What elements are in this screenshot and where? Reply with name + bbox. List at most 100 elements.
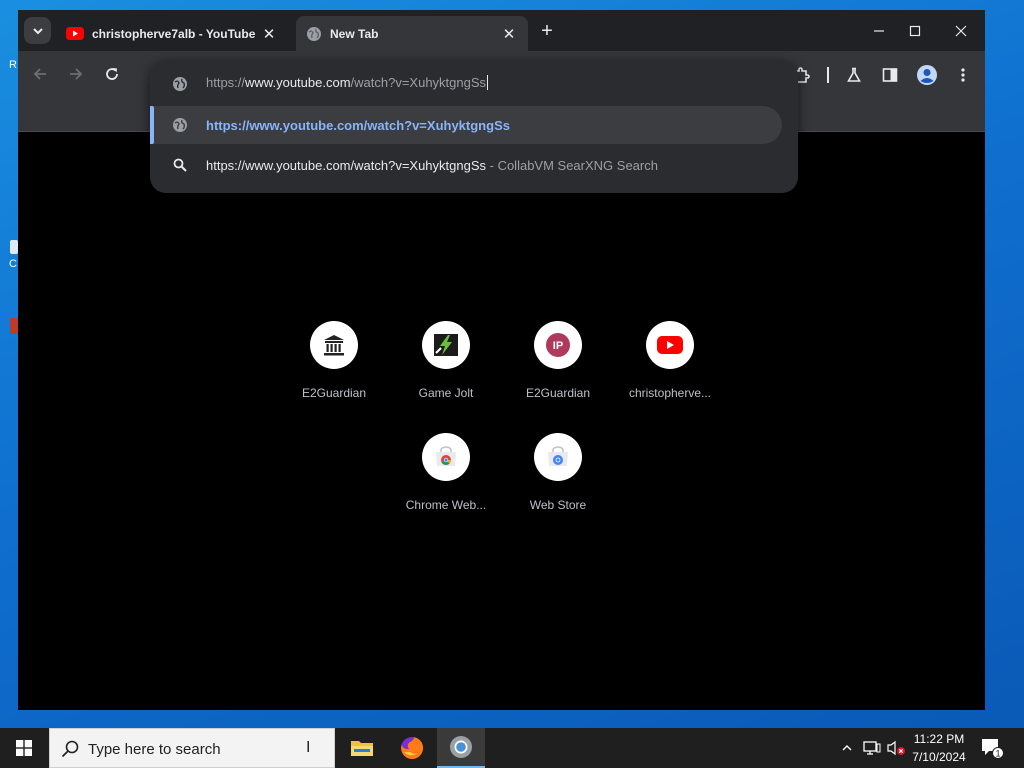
url-path: /watch?v=XuhyktgngSs xyxy=(350,75,487,90)
flask-icon xyxy=(847,67,861,82)
taskbar: Type here to search I 11:22 PM 7/10/2024… xyxy=(0,728,1024,768)
reload-icon xyxy=(106,68,118,80)
suggestion-url: https://www.youtube.com/watch?v=Xuhyktgn… xyxy=(206,158,487,173)
tab-title: New Tab xyxy=(330,26,379,41)
close-icon xyxy=(955,25,967,37)
globe-icon xyxy=(173,77,187,91)
shortcut-icon-wrap xyxy=(646,321,694,369)
shortcut-label: E2Guardian xyxy=(301,386,367,400)
shortcut-tile[interactable]: Game Jolt xyxy=(390,321,502,421)
network-button[interactable] xyxy=(861,738,883,758)
shortcut-icon-wrap xyxy=(534,433,582,481)
reload-button[interactable] xyxy=(101,63,123,85)
minimize-button[interactable] xyxy=(861,18,897,44)
arrow-right-icon xyxy=(70,68,83,80)
system-clock[interactable]: 11:22 PM 7/10/2024 xyxy=(900,730,978,766)
file-explorer-icon xyxy=(351,741,373,756)
clock-date: 7/10/2024 xyxy=(912,750,966,764)
tab-youtube[interactable]: christopherve7alb - YouTube ✕ xyxy=(56,16,288,51)
chrome-web-store-icon xyxy=(436,446,456,466)
shortcut-tile[interactable]: E2Guardian xyxy=(278,321,390,421)
globe-icon xyxy=(173,118,187,132)
svg-text:IP: IP xyxy=(553,340,563,352)
toolbar-divider xyxy=(827,67,829,83)
shortcut-label: christopherve... xyxy=(628,386,712,400)
omnibox-dropdown: https://www.youtube.com/watch?v=Xuhyktgn… xyxy=(150,60,798,193)
notification-icon: 1 xyxy=(982,739,1004,759)
text-cursor xyxy=(487,75,489,90)
url-scheme: https:// xyxy=(206,75,246,90)
minimize-icon xyxy=(874,30,884,32)
suggestion-selection-bar xyxy=(150,106,154,144)
chrome-web-store-icon xyxy=(548,446,568,466)
suggestion-icon xyxy=(172,157,188,173)
globe-icon xyxy=(307,26,321,41)
shortcut-tile[interactable]: Web Store xyxy=(502,433,614,533)
omnibox-suggestion[interactable]: https://www.youtube.com/watch?v=Xuhyktgn… xyxy=(150,106,798,144)
firefox-icon xyxy=(401,736,424,759)
side-panel-button[interactable] xyxy=(878,63,902,87)
taskbar-firefox[interactable] xyxy=(388,728,436,768)
address-bar-input[interactable]: https://www.youtube.com/watch?v=Xuhyktgn… xyxy=(206,75,489,90)
notification-count: 1 xyxy=(995,749,1000,759)
chrome-icon xyxy=(450,736,472,758)
tab-new-tab[interactable]: New Tab ✕ xyxy=(296,16,528,51)
mouse-ibeam-cursor: I xyxy=(306,739,311,756)
omnibox-suggestion[interactable]: https://www.youtube.com/watch?v=Xuhyktgn… xyxy=(150,146,798,184)
search-icon xyxy=(61,740,79,758)
action-center-button[interactable]: 1 xyxy=(980,736,1004,760)
search-icon xyxy=(173,158,187,172)
shortcut-label: Game Jolt xyxy=(418,386,474,400)
new-tab-button[interactable]: + xyxy=(536,21,558,43)
taskbar-file-explorer[interactable] xyxy=(338,728,386,768)
shortcut-tile[interactable]: christopherve... xyxy=(614,321,726,421)
close-tab-button[interactable]: ✕ xyxy=(500,25,518,43)
shortcut-label: Web Store xyxy=(529,498,587,512)
chevron-down-icon xyxy=(32,27,43,34)
taskbar-search[interactable]: Type here to search I xyxy=(49,728,335,768)
labs-button[interactable] xyxy=(842,63,866,87)
clock-time: 11:22 PM xyxy=(913,732,965,746)
back-button[interactable] xyxy=(29,63,51,85)
suggestion-text: https://www.youtube.com/watch?v=Xuhyktgn… xyxy=(206,118,510,133)
tab-search-button[interactable] xyxy=(24,17,51,44)
desktop-icon-label: C xyxy=(9,258,17,270)
menu-button[interactable] xyxy=(951,63,975,87)
forward-button[interactable] xyxy=(65,63,87,85)
profile-button[interactable] xyxy=(915,63,939,87)
youtube-icon xyxy=(66,27,84,40)
ip-icon: IP xyxy=(546,333,570,357)
desktop-icon-label: R xyxy=(9,59,17,71)
shortcut-tile[interactable]: IP E2Guardian xyxy=(502,321,614,421)
desktop-icon[interactable] xyxy=(10,240,18,254)
shortcut-label: Chrome Web... xyxy=(405,498,487,512)
shortcut-icon-wrap xyxy=(310,321,358,369)
suggestion-text: https://www.youtube.com/watch?v=Xuhyktgn… xyxy=(206,158,658,173)
tab-strip: christopherve7alb - YouTube ✕ New Tab ✕ … xyxy=(18,10,985,51)
gamejolt-icon xyxy=(434,334,458,356)
chrome-window: christopherve7alb - YouTube ✕ New Tab ✕ … xyxy=(18,10,985,710)
network-icon xyxy=(863,741,881,755)
shortcut-tile[interactable]: Chrome Web... xyxy=(390,433,502,533)
shortcut-label: E2Guardian xyxy=(525,386,591,400)
suggestion-engine: - CollabVM SearXNG Search xyxy=(486,158,658,173)
windows-logo-icon xyxy=(16,740,32,756)
side-panel-icon xyxy=(882,68,898,82)
shortcut-icon-wrap xyxy=(422,321,470,369)
e2guardian-icon xyxy=(324,335,344,356)
maximize-button[interactable] xyxy=(897,18,933,44)
suggestion-icon xyxy=(172,117,188,133)
shortcut-icon-wrap: IP xyxy=(534,321,582,369)
close-window-button[interactable] xyxy=(943,18,979,44)
maximize-icon xyxy=(909,25,921,37)
start-button[interactable] xyxy=(0,728,48,768)
tab-title: christopherve7alb - YouTube xyxy=(92,26,256,41)
desktop-icon[interactable] xyxy=(10,318,18,334)
close-tab-button[interactable]: ✕ xyxy=(260,25,278,43)
search-placeholder: Type here to search xyxy=(88,741,221,758)
avatar-icon xyxy=(917,65,937,85)
show-hidden-icons-button[interactable] xyxy=(838,738,856,758)
taskbar-chrome[interactable] xyxy=(437,728,485,768)
address-bar[interactable]: https://www.youtube.com/watch?v=Xuhyktgn… xyxy=(150,60,798,106)
kebab-menu-icon xyxy=(961,68,965,82)
